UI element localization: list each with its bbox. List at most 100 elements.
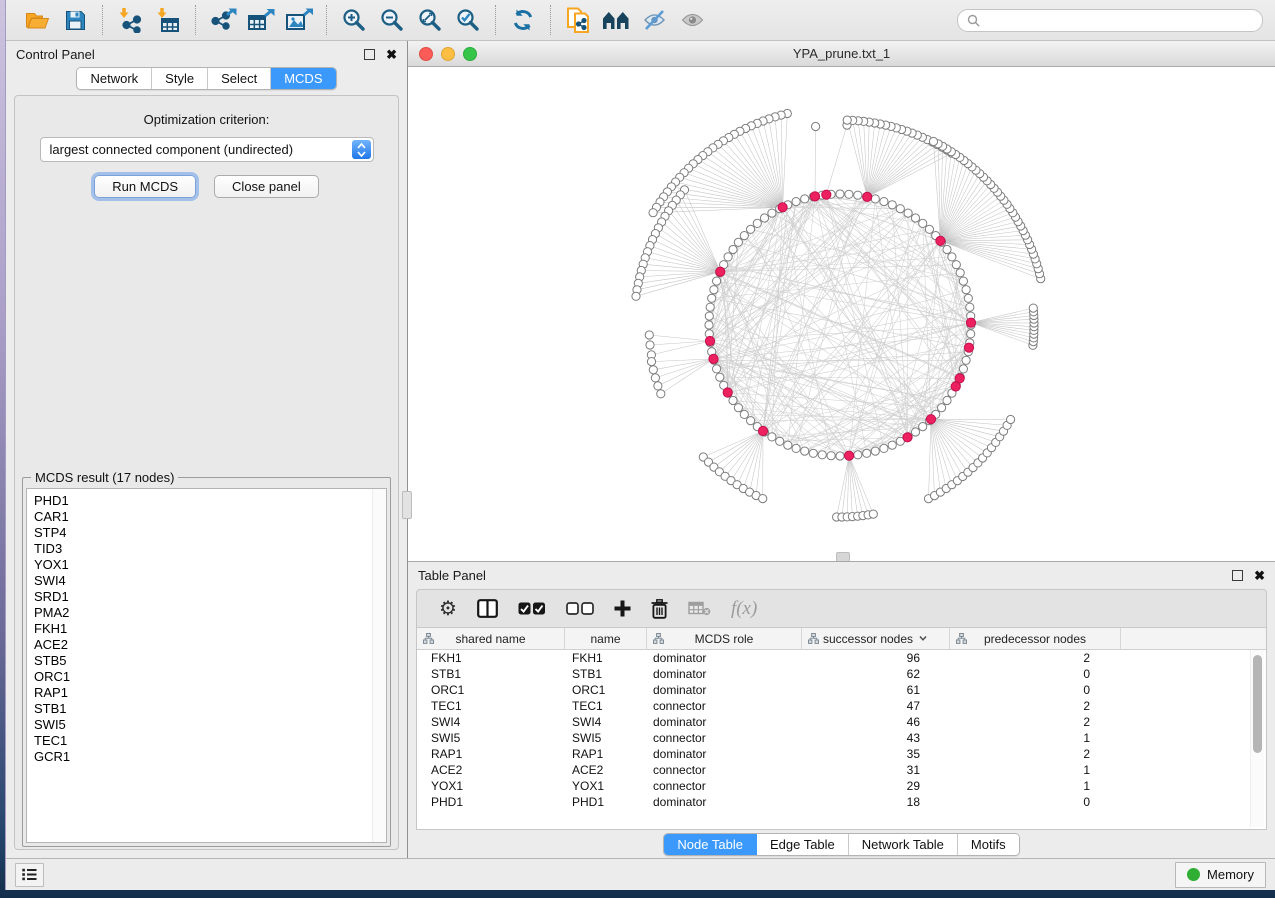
cell-successor-nodes[interactable]: 47 [799,699,946,713]
cell-mcds-role[interactable]: dominator [645,683,799,697]
zoom-fit-icon[interactable] [414,4,446,36]
import-table-icon[interactable] [152,4,184,36]
cell-predecessor-nodes[interactable]: 2 [946,747,1116,761]
cell-mcds-role[interactable]: dominator [645,667,799,681]
cell-predecessor-nodes[interactable]: 0 [946,795,1116,809]
cell-shared-name[interactable]: YOX1 [417,779,564,793]
tab-style[interactable]: Style [152,68,208,89]
table-row[interactable]: FKH1FKH1dominator962 [417,650,1251,666]
result-node-item[interactable]: STB5 [34,653,386,669]
cell-mcds-role[interactable]: dominator [645,651,799,665]
cell-predecessor-nodes[interactable]: 0 [946,683,1116,697]
settings-gear-icon[interactable]: ⚙ [439,599,457,619]
cell-successor-nodes[interactable]: 35 [799,747,946,761]
tab-network-table[interactable]: Network Table [849,834,958,855]
select-all-icon[interactable] [518,602,546,615]
cell-mcds-role[interactable]: dominator [645,747,799,761]
cell-successor-nodes[interactable]: 46 [799,715,946,729]
cell-name[interactable]: RAP1 [564,747,645,761]
zoom-selected-icon[interactable] [452,4,484,36]
table-row[interactable]: TEC1TEC1connector472 [417,698,1251,714]
search-box[interactable] [957,9,1263,32]
cell-shared-name[interactable]: ORC1 [417,683,564,697]
close-traffic-light[interactable] [419,47,433,61]
column-header-predecessor-nodes[interactable]: predecessor nodes [950,628,1121,649]
export-table-icon[interactable] [245,4,277,36]
cell-name[interactable]: TEC1 [564,699,645,713]
zoom-in-icon[interactable] [338,4,370,36]
tab-network[interactable]: Network [77,68,152,89]
table-vertical-scrollbar[interactable] [1250,650,1264,827]
table-row[interactable]: YOX1YOX1connector291 [417,778,1251,794]
tab-node-table[interactable]: Node Table [664,834,757,855]
table-row[interactable]: SWI4SWI4dominator462 [417,714,1251,730]
cell-shared-name[interactable]: PHD1 [417,795,564,809]
cell-shared-name[interactable]: STB1 [417,667,564,681]
search-input[interactable] [985,12,1253,28]
result-node-item[interactable]: SRD1 [34,589,386,605]
cell-predecessor-nodes[interactable]: 2 [946,715,1116,729]
hide-selected-icon[interactable] [638,4,670,36]
table-row[interactable]: ACE2ACE2connector311 [417,762,1251,778]
cell-shared-name[interactable]: ACE2 [417,763,564,777]
cell-name[interactable]: PHD1 [564,795,645,809]
result-node-item[interactable]: CAR1 [34,509,386,525]
cell-predecessor-nodes[interactable]: 2 [946,699,1116,713]
result-node-item[interactable]: TID3 [34,541,386,557]
cell-mcds-role[interactable]: connector [645,699,799,713]
cell-mcds-role[interactable]: dominator [645,715,799,729]
import-network-icon[interactable] [114,4,146,36]
tab-motifs[interactable]: Motifs [958,834,1019,855]
delete-column-icon[interactable] [651,599,668,619]
cell-name[interactable]: SWI5 [564,731,645,745]
cell-mcds-role[interactable]: connector [645,779,799,793]
cell-mcds-role[interactable]: connector [645,731,799,745]
column-header-shared-name[interactable]: shared name [417,628,565,649]
result-node-item[interactable]: STP4 [34,525,386,541]
close-panel-button[interactable]: ✖ [386,48,397,61]
table-row[interactable]: STB1STB1dominator620 [417,666,1251,682]
cell-predecessor-nodes[interactable]: 1 [946,731,1116,745]
cell-successor-nodes[interactable]: 29 [799,779,946,793]
cell-predecessor-nodes[interactable]: 1 [946,763,1116,777]
refresh-icon[interactable] [507,4,539,36]
minimize-traffic-light[interactable] [441,47,455,61]
table-row[interactable]: PHD1PHD1dominator180 [417,794,1251,810]
zoom-traffic-light[interactable] [463,47,477,61]
cell-name[interactable]: ORC1 [564,683,645,697]
result-node-item[interactable]: SWI5 [34,717,386,733]
result-node-item[interactable]: TEC1 [34,733,386,749]
column-header-mcds-role[interactable]: MCDS role [647,628,802,649]
cell-name[interactable]: YOX1 [564,779,645,793]
result-list-scrollbar[interactable] [372,489,386,842]
cell-shared-name[interactable]: TEC1 [417,699,564,713]
save-icon[interactable] [59,4,91,36]
first-neighbors-icon[interactable] [600,4,632,36]
cell-shared-name[interactable]: SWI4 [417,715,564,729]
result-node-item[interactable]: YOX1 [34,557,386,573]
scrollbar-thumb[interactable] [1253,655,1262,753]
table-row[interactable]: RAP1RAP1dominator352 [417,746,1251,762]
result-node-item[interactable]: RAP1 [34,685,386,701]
cell-name[interactable]: STB1 [564,667,645,681]
column-header-name[interactable]: name [565,628,647,649]
result-node-item[interactable]: PMA2 [34,605,386,621]
open-folder-icon[interactable] [21,4,53,36]
deselect-all-icon[interactable] [566,602,594,615]
cell-successor-nodes[interactable]: 43 [799,731,946,745]
export-network-icon[interactable] [207,4,239,36]
zoom-out-icon[interactable] [376,4,408,36]
result-node-item[interactable]: STB1 [34,701,386,717]
horizontal-splitter-grip[interactable] [836,552,850,561]
cell-predecessor-nodes[interactable]: 1 [946,779,1116,793]
cell-successor-nodes[interactable]: 18 [799,795,946,809]
column-header-successor-nodes[interactable]: successor nodes [802,628,950,649]
cell-successor-nodes[interactable]: 96 [799,651,946,665]
result-node-item[interactable]: FKH1 [34,621,386,637]
result-node-item[interactable]: ACE2 [34,637,386,653]
toggle-column-icon[interactable] [477,599,498,618]
tab-select[interactable]: Select [208,68,271,89]
result-node-item[interactable]: ORC1 [34,669,386,685]
show-all-eye-icon[interactable] [676,4,708,36]
run-mcds-button[interactable]: Run MCDS [94,175,196,198]
